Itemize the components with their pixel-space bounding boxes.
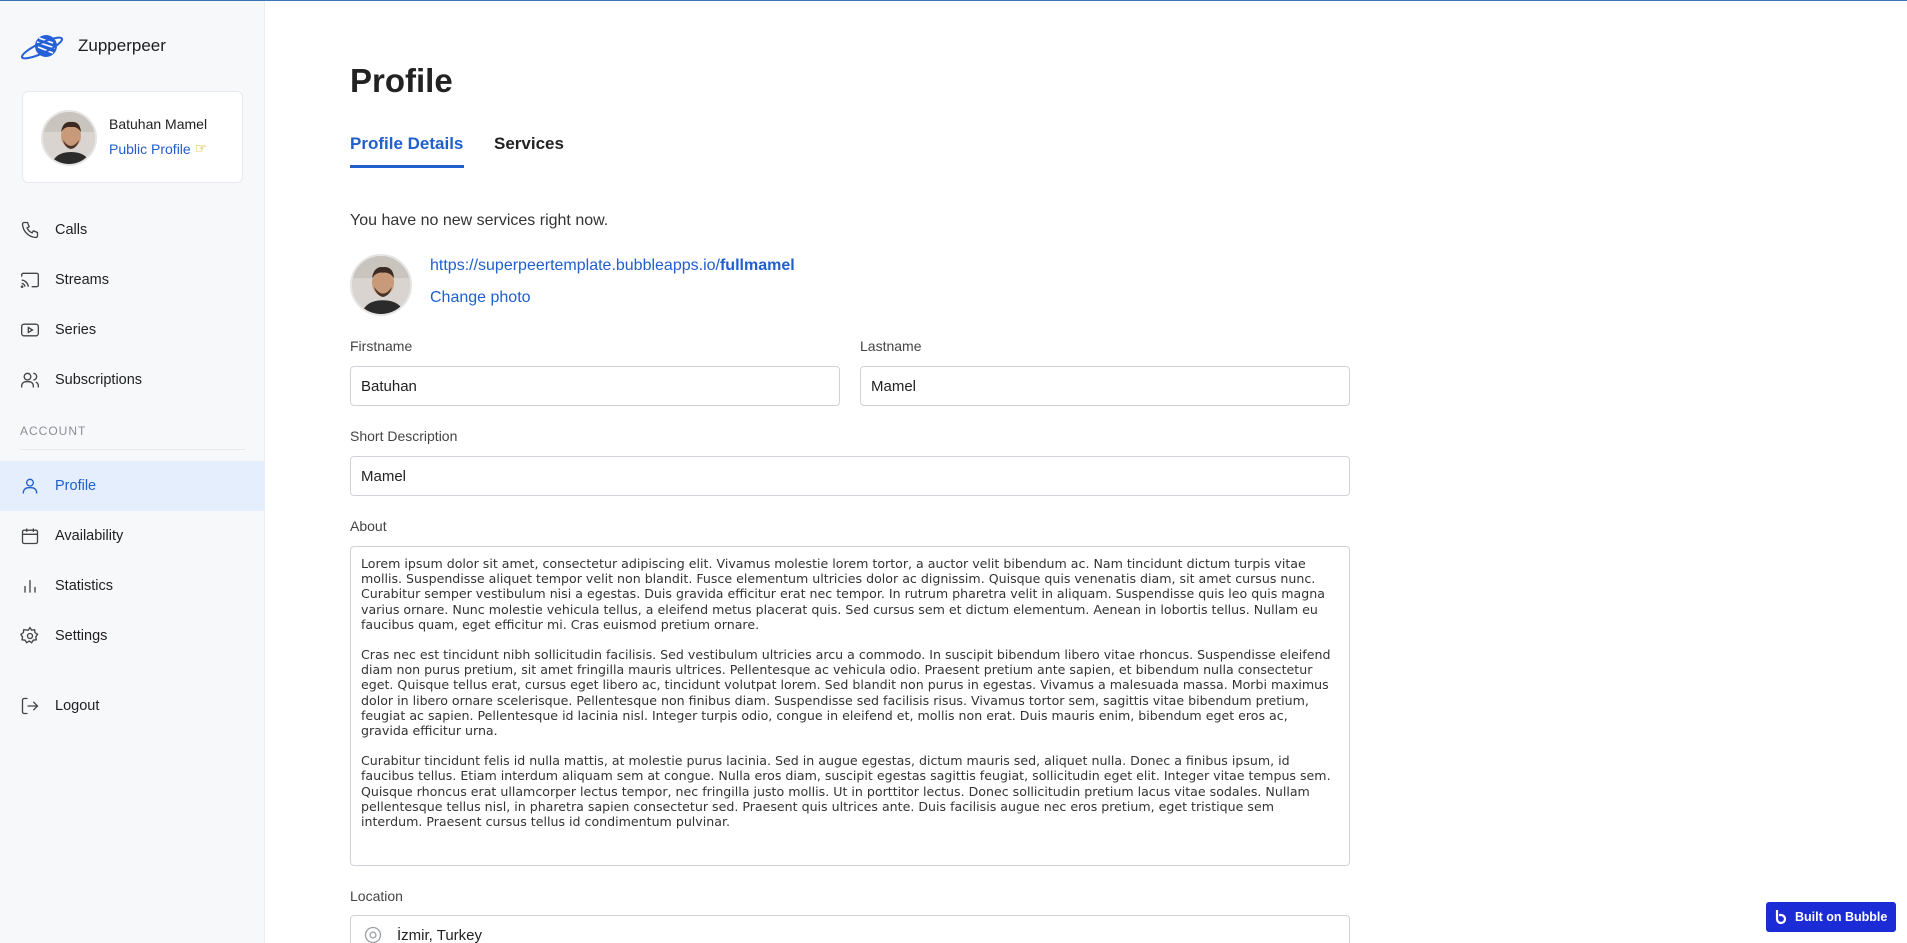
nav-item-statistics[interactable]: Statistics	[0, 561, 265, 611]
nav-item-availability[interactable]: Availability	[0, 511, 265, 561]
short-description-label: Short Description	[350, 428, 458, 444]
tab-services[interactable]: Services	[494, 134, 564, 154]
nav-label: Subscriptions	[55, 372, 143, 388]
nav-item-logout[interactable]: Logout	[0, 681, 265, 731]
page-title: Profile	[350, 62, 453, 99]
short-description-field[interactable]: Mamel	[350, 456, 1350, 496]
firstname-label: Firstname	[350, 338, 413, 354]
account-section-label: ACCOUNT	[20, 424, 87, 438]
no-services-message: You have no new services right now.	[350, 212, 609, 229]
location-value: İzmir, Turkey	[397, 926, 483, 943]
planet-logo-icon	[20, 35, 64, 60]
nav-label: Streams	[55, 272, 109, 288]
nav-label: Profile	[55, 478, 97, 494]
badge-label: Built on Bubble	[1795, 910, 1888, 924]
built-on-bubble-badge[interactable]: Built on Bubble	[1766, 902, 1896, 932]
users-icon	[21, 372, 39, 388]
change-photo-link[interactable]: Change photo	[430, 289, 531, 307]
user-name: Batuhan Mamel	[109, 116, 208, 132]
bubble-logo-icon	[1775, 910, 1787, 925]
tab-profile-details[interactable]: Profile Details	[350, 134, 463, 154]
public-profile-link[interactable]: Public Profile ☞	[109, 140, 207, 157]
about-paragraph: Lorem ipsum dolor sit amet, consectetur …	[361, 556, 1325, 632]
public-profile-label: Public Profile	[109, 140, 191, 157]
sidebar: Zupperpeer Batuhan Mamel Public Profile …	[0, 1, 265, 943]
logout-icon	[21, 697, 39, 715]
pointing-hand-icon: ☞	[194, 140, 208, 156]
location-pin-icon	[364, 926, 382, 943]
bar-chart-icon	[24, 580, 36, 593]
nav-label: Statistics	[55, 578, 114, 594]
lastname-label: Lastname	[860, 338, 922, 354]
about-label: About	[350, 518, 387, 534]
gear-icon	[20, 626, 39, 644]
about-paragraph: Curabitur tincidunt felis id nulla matti…	[361, 753, 1331, 830]
top-accent-line	[0, 0, 1907, 1]
play-icon	[21, 323, 39, 337]
location-field[interactable]: İzmir, Turkey	[350, 915, 1350, 943]
nav-label: Calls	[55, 222, 88, 238]
nav-item-streams[interactable]: Streams	[0, 255, 265, 305]
brand[interactable]: Zupperpeer	[20, 29, 166, 63]
nav-label: Series	[55, 322, 97, 338]
nav-item-calls[interactable]: Calls	[0, 205, 265, 255]
profile-photo[interactable]	[350, 254, 412, 316]
nav-item-settings[interactable]: Settings	[0, 611, 265, 661]
nav-item-subscriptions[interactable]: Subscriptions	[0, 355, 265, 405]
nav-label: Logout	[55, 698, 100, 714]
location-label: Location	[350, 888, 403, 904]
calendar-icon	[21, 528, 39, 545]
firstname-field[interactable]: Batuhan	[350, 366, 840, 406]
nav-item-series[interactable]: Series	[0, 305, 265, 355]
about-paragraph: Cras nec est tincidunt nibh sollicitudin…	[361, 647, 1331, 739]
profile-url-link[interactable]: https://superpeertemplate.bubbleapps.io/…	[430, 257, 795, 275]
phone-icon	[21, 221, 39, 239]
brand-name: Zupperpeer	[78, 36, 166, 55]
avatar-image	[352, 256, 410, 314]
lastname-field[interactable]: Mamel	[860, 366, 1350, 406]
nav-label: Availability	[55, 528, 124, 544]
cast-icon	[20, 272, 39, 289]
avatar[interactable]	[41, 110, 97, 166]
about-textarea[interactable]: Lorem ipsum dolor sit amet, consectetur …	[350, 546, 1350, 866]
profile-url-base: https://superpeertemplate.bubbleapps.io/	[430, 257, 720, 274]
active-tab-indicator	[350, 165, 464, 168]
profile-url-slug: fullmamel	[719, 257, 795, 274]
nav-label: Settings	[55, 628, 108, 644]
divider	[20, 449, 245, 450]
user-card: Batuhan Mamel Public Profile ☞	[22, 91, 243, 183]
avatar-image	[43, 112, 95, 164]
user-icon	[22, 478, 38, 494]
nav-item-profile[interactable]: Profile	[0, 461, 265, 511]
